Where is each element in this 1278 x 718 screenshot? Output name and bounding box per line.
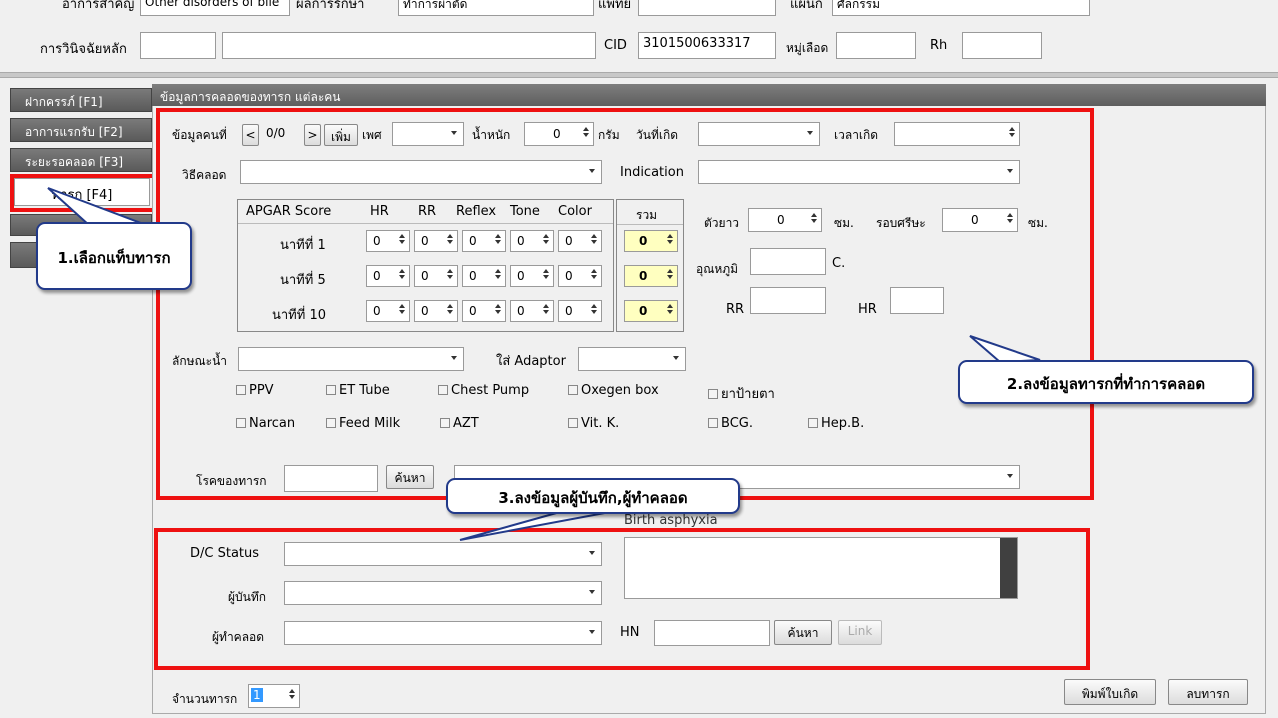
- callout-3-pointer: [459, 511, 611, 541]
- callout-1-text: 1.เลือกแท็บทารก: [57, 249, 171, 267]
- callout-2: 2.ลงข้อมูลทารกที่ทำการคลอด: [958, 360, 1254, 404]
- callout-3: 3.ลงข้อมูลผู้บันทึก,ผู้ทำคลอด: [446, 478, 740, 514]
- callout-2-text: 2.ลงข้อมูลทารกที่ทำการคลอด: [1006, 375, 1206, 393]
- callout-pointers: [47, 187, 1041, 541]
- callout-3-text: 3.ลงข้อมูลผู้บันทึก,ผู้ทำคลอด: [498, 489, 688, 507]
- callout-1: 1.เลือกแท็บทารก: [36, 222, 192, 290]
- callout-2-pointer: [969, 335, 1041, 364]
